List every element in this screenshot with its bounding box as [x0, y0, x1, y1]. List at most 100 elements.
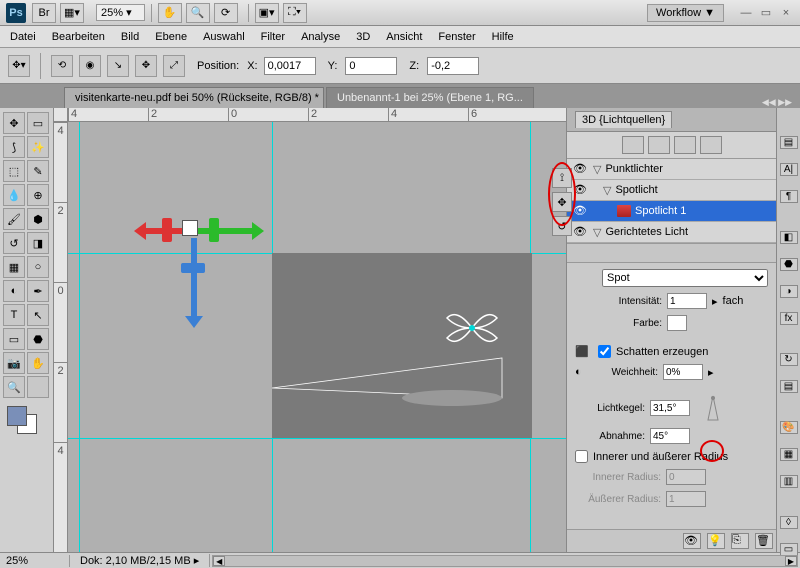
3d-tool[interactable]: ⬣	[27, 328, 49, 350]
menu-analyse[interactable]: Analyse	[301, 31, 340, 43]
shape-tool[interactable]: ▭	[3, 328, 25, 350]
path-tool[interactable]: ↖	[27, 304, 49, 326]
panel-icon-10[interactable]: 🎨	[780, 421, 798, 434]
light-group-spot[interactable]: 👁▽Spotlicht	[567, 180, 776, 201]
tool-preset-icon[interactable]: ✥▾	[8, 55, 30, 77]
workflow-select[interactable]: Workflow ▼	[647, 4, 724, 22]
opt-icon-1[interactable]: ⟲	[51, 55, 73, 77]
mb-button[interactable]: ▦▾	[60, 3, 84, 23]
eye-icon[interactable]: 👁	[573, 183, 587, 197]
wand-tool[interactable]: ✨	[27, 136, 49, 158]
menu-bearbeiten[interactable]: Bearbeiten	[52, 31, 105, 43]
panel-icon-1[interactable]: ▤	[780, 136, 798, 149]
doc-tab-2[interactable]: Unbenannt-1 bei 25% (Ebene 1, RG...	[326, 87, 534, 108]
3d-gizmo[interactable]	[134, 208, 254, 348]
new-light-icon[interactable]: ⎘	[731, 533, 749, 549]
falloff-input[interactable]	[650, 428, 690, 444]
tab-arrows[interactable]: ◀◀ ▶▶	[762, 97, 800, 108]
light-type-select[interactable]: Spot	[602, 269, 768, 287]
move-light-icon[interactable]: ✥	[552, 192, 572, 212]
x-input[interactable]	[264, 57, 316, 75]
guide[interactable]	[68, 438, 566, 439]
shadow-checkbox[interactable]	[598, 345, 611, 358]
panel-icon-9[interactable]: ▤	[780, 380, 798, 393]
light-spotlicht-1[interactable]: 👁Spotlicht 1	[567, 201, 776, 222]
panel-icon-7[interactable]: fx	[780, 312, 798, 325]
menu-hilfe[interactable]: Hilfe	[492, 31, 514, 43]
opt-icon-4[interactable]: ✥	[135, 55, 157, 77]
type-tool[interactable]: T	[3, 304, 25, 326]
light-guides-icon[interactable]: 💡	[707, 533, 725, 549]
intensity-input[interactable]	[667, 293, 707, 309]
slice-tool[interactable]: ✎	[27, 160, 49, 182]
filter-scene-icon[interactable]	[622, 136, 644, 154]
filter-mesh-icon[interactable]	[648, 136, 670, 154]
menu-datei[interactable]: Datei	[10, 31, 36, 43]
guide[interactable]	[79, 122, 80, 552]
marquee-tool[interactable]: ▭	[27, 112, 49, 134]
zoom-tool[interactable]: 🔍	[3, 376, 25, 398]
zoom-icon[interactable]: 🔍	[186, 3, 210, 23]
menu-auswahl[interactable]: Auswahl	[203, 31, 245, 43]
scrollbar-h[interactable]: ◀▶	[212, 555, 798, 567]
blur-tool[interactable]: ○	[27, 256, 49, 278]
eye-icon[interactable]: 👁	[573, 225, 587, 239]
radius-checkbox[interactable]	[575, 450, 588, 463]
point-at-icon[interactable]: ⟟	[552, 168, 572, 188]
br-button[interactable]: Br	[32, 3, 56, 23]
camera-tool[interactable]: 📷	[3, 352, 25, 374]
softness-input[interactable]	[663, 364, 703, 380]
zoom-select[interactable]: 25% ▾	[96, 4, 145, 21]
lasso-tool[interactable]: ⟆	[3, 136, 25, 158]
filter-light-icon[interactable]	[700, 136, 722, 154]
minimize-button[interactable]: —	[738, 6, 754, 20]
menu-bild[interactable]: Bild	[121, 31, 139, 43]
hand-icon[interactable]: ✋	[158, 3, 182, 23]
menu-ansicht[interactable]: Ansicht	[386, 31, 422, 43]
y-input[interactable]	[345, 57, 397, 75]
eyedrop-tool[interactable]: 💧	[3, 184, 25, 206]
pen-tool[interactable]: ✒	[27, 280, 49, 302]
maximize-button[interactable]: ▭	[758, 6, 774, 20]
panel-icon-5[interactable]: ⬣	[780, 258, 798, 271]
history-tool[interactable]: ↺	[3, 232, 25, 254]
heal-tool[interactable]: ⊕	[27, 184, 49, 206]
status-dok[interactable]: Dok: 2,10 MB/2,15 MB ▸	[70, 554, 210, 567]
eraser-tool[interactable]: ◨	[27, 232, 49, 254]
status-zoom[interactable]: 25%	[0, 555, 70, 567]
close-button[interactable]: ×	[778, 6, 794, 20]
light-group-gerichtet[interactable]: 👁▽Gerichtetes Licht	[567, 222, 776, 243]
panel-icon-13[interactable]: ◊	[780, 516, 798, 529]
rotate-icon[interactable]: ⟳	[214, 3, 238, 23]
panel-icon-11[interactable]: ▦	[780, 448, 798, 461]
panel-icon-12[interactable]: ▥	[780, 475, 798, 488]
menu-filter[interactable]: Filter	[261, 31, 285, 43]
color-swatch[interactable]	[667, 315, 687, 331]
menu-3d[interactable]: 3D	[356, 31, 370, 43]
color-swatches[interactable]	[3, 404, 49, 434]
z-input[interactable]	[427, 57, 479, 75]
gradient-tool[interactable]: ▦	[3, 256, 25, 278]
move-tool[interactable]: ✥	[3, 112, 25, 134]
doc-tab-1[interactable]: visitenkarte-neu.pdf bei 50% (Rückseite,…	[64, 87, 324, 108]
menu-ebene[interactable]: Ebene	[155, 31, 187, 43]
screen-icon[interactable]: ⛶▾	[283, 3, 307, 23]
rotate-light-icon[interactable]: ↺	[552, 216, 572, 236]
document-canvas[interactable]	[272, 253, 532, 438]
toggle-lights-icon[interactable]: 👁	[683, 533, 701, 549]
delete-light-icon[interactable]: 🗑	[755, 533, 773, 549]
canvas-area[interactable]: 420246 42024	[54, 108, 566, 552]
eye-icon[interactable]: 👁	[573, 162, 587, 176]
filter-material-icon[interactable]	[674, 136, 696, 154]
stamp-tool[interactable]: ⬢	[27, 208, 49, 230]
panel-icon-6[interactable]: ◑	[780, 285, 798, 298]
panel-icon-2[interactable]: A|	[780, 163, 798, 176]
opt-icon-2[interactable]: ◉	[79, 55, 101, 77]
panel-icon-4[interactable]: ◧	[780, 231, 798, 244]
cone-input[interactable]	[650, 400, 690, 416]
menu-fenster[interactable]: Fenster	[438, 31, 475, 43]
crop-tool[interactable]: ⬚	[3, 160, 25, 182]
eye-icon[interactable]: 👁	[573, 204, 587, 218]
opt-icon-5[interactable]: ⤢	[163, 55, 185, 77]
arrange-icon[interactable]: ▣▾	[255, 3, 279, 23]
